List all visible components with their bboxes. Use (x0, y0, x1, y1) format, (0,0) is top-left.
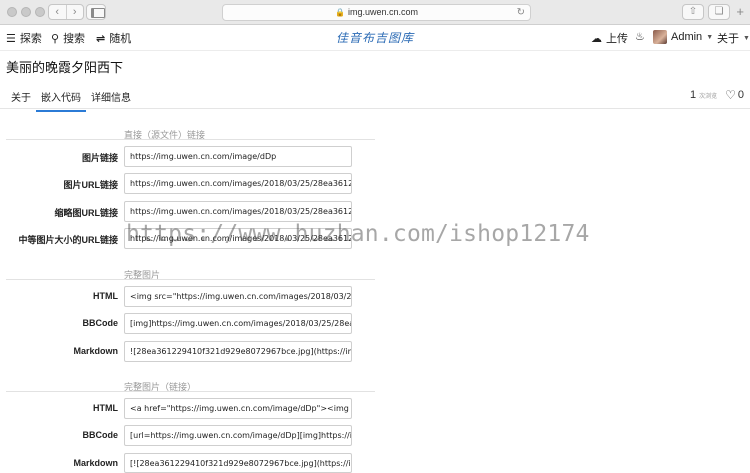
upload-button[interactable]: ☁ 上传 (591, 30, 628, 46)
row-label: BBCode (82, 318, 119, 328)
tab-embed-codes[interactable]: 嵌入代码 (36, 89, 86, 112)
nav-search-label: 搜索 (63, 33, 86, 45)
site-logo[interactable]: 佳音布吉图库 (330, 29, 420, 46)
nav-explore[interactable]: ☰ 探索 (6, 30, 42, 46)
share-button[interactable]: ⇧ (682, 4, 704, 20)
bell-icon: ♨ (635, 31, 645, 43)
image-url-field[interactable]: https://img.uwen.cn.com/images/2018/03/2… (124, 173, 352, 194)
nav-search[interactable]: ⚲ 搜索 (51, 30, 85, 46)
tab-bar: 关于 嵌入代码 详细信息 1 次浏览 ♡ 0 (0, 84, 750, 112)
forward-button[interactable]: › (65, 5, 84, 19)
reload-icon[interactable]: ↻ (517, 5, 525, 20)
view-count: 1 (689, 89, 697, 101)
row-label: Markdown (73, 346, 118, 356)
notifications-button[interactable]: ♨ (635, 30, 645, 43)
thumbnail-url-field[interactable]: https://img.uwen.cn.com/images/2018/03/2… (124, 201, 352, 222)
tab-about[interactable]: 关于 (11, 89, 31, 110)
lock-icon: 🔒 (335, 8, 345, 17)
heart-icon[interactable]: ♡ (725, 88, 736, 102)
nav-random-label: 随机 (109, 33, 132, 45)
linked-markdown-field[interactable]: [![28ea361229410f321d929e8072967bce.jpg]… (124, 453, 352, 473)
layers-icon: ☰ (6, 32, 16, 45)
address-text: img.uwen.cn.com (347, 7, 418, 17)
sidebar-toggle-button[interactable] (86, 4, 106, 20)
tabs-overview-button[interactable]: ❏ (708, 4, 730, 20)
about-label: 关于 (717, 33, 739, 45)
divider (6, 391, 375, 392)
tab-details[interactable]: 详细信息 (91, 89, 131, 110)
row-label: BBCode (82, 430, 119, 440)
new-tab-button[interactable]: + (736, 5, 744, 19)
address-bar[interactable]: 🔒 img.uwen.cn.com ↻ (222, 4, 531, 21)
chevron-down-icon: ▼ (743, 34, 750, 42)
linked-bbcode-field[interactable]: [url=https://img.uwen.cn.com/image/dDp][… (124, 425, 352, 446)
history-nav: ‹ › (48, 4, 84, 20)
search-icon: ⚲ (51, 32, 60, 45)
markdown-field[interactable]: ![28ea361229410f321d929e8072967bce.jpg](… (124, 341, 352, 362)
bbcode-field[interactable]: [img]https://img.uwen.cn.com/images/2018… (124, 313, 352, 334)
site-header: ☰ 探索 ⚲ 搜索 ⇌ 随机 佳音布吉图库 ☁ 上传 ♨ Admin ▼ 关于 … (0, 25, 750, 51)
row-label: 图片链接 (81, 153, 118, 163)
row-label: 缩略图URL链接 (54, 208, 119, 218)
zoom-window-button[interactable] (35, 7, 45, 17)
image-stats: 1 次浏览 ♡ 0 (690, 88, 744, 102)
image-link-field[interactable]: https://img.uwen.cn.com/image/dDp (124, 146, 352, 167)
user-menu[interactable]: Admin ▼ (653, 30, 713, 44)
chevron-down-icon: ▼ (706, 33, 714, 41)
row-label: HTML (93, 403, 118, 413)
close-window-button[interactable] (7, 7, 17, 17)
row-label: 中等图片大小的URL链接 (18, 235, 119, 245)
row-label: 图片URL链接 (63, 180, 119, 190)
shuffle-icon: ⇌ (96, 32, 106, 45)
back-button[interactable]: ‹ (49, 5, 66, 19)
row-label: HTML (93, 291, 118, 301)
avatar (653, 30, 667, 44)
upload-label: 上传 (606, 33, 628, 45)
minimize-window-button[interactable] (21, 7, 31, 17)
divider (6, 279, 375, 280)
watermark-text: https://www.huzhan.com/ishop12174 (126, 221, 590, 247)
view-count-label: 次浏览 (699, 93, 718, 100)
row-label: Markdown (73, 458, 118, 468)
nav-random[interactable]: ⇌ 随机 (96, 30, 131, 46)
about-menu[interactable]: 关于 ▼ (717, 30, 750, 46)
html-code-field[interactable]: <img src="https://img.uwen.cn.com/images… (124, 286, 352, 307)
browser-toolbar: ‹ › 🔒 img.uwen.cn.com ↻ ⇧ ❏ + (0, 0, 750, 25)
user-name: Admin (671, 31, 703, 43)
nav-explore-label: 探索 (19, 33, 42, 45)
divider (6, 139, 375, 140)
linked-html-code-field[interactable]: <a href="https://img.uwen.cn.com/image/d… (124, 398, 352, 419)
page-title: 美丽的晚霞夕阳西下 (6, 60, 124, 75)
cloud-upload-icon: ☁ (591, 32, 602, 45)
like-count: 0 (737, 89, 744, 101)
